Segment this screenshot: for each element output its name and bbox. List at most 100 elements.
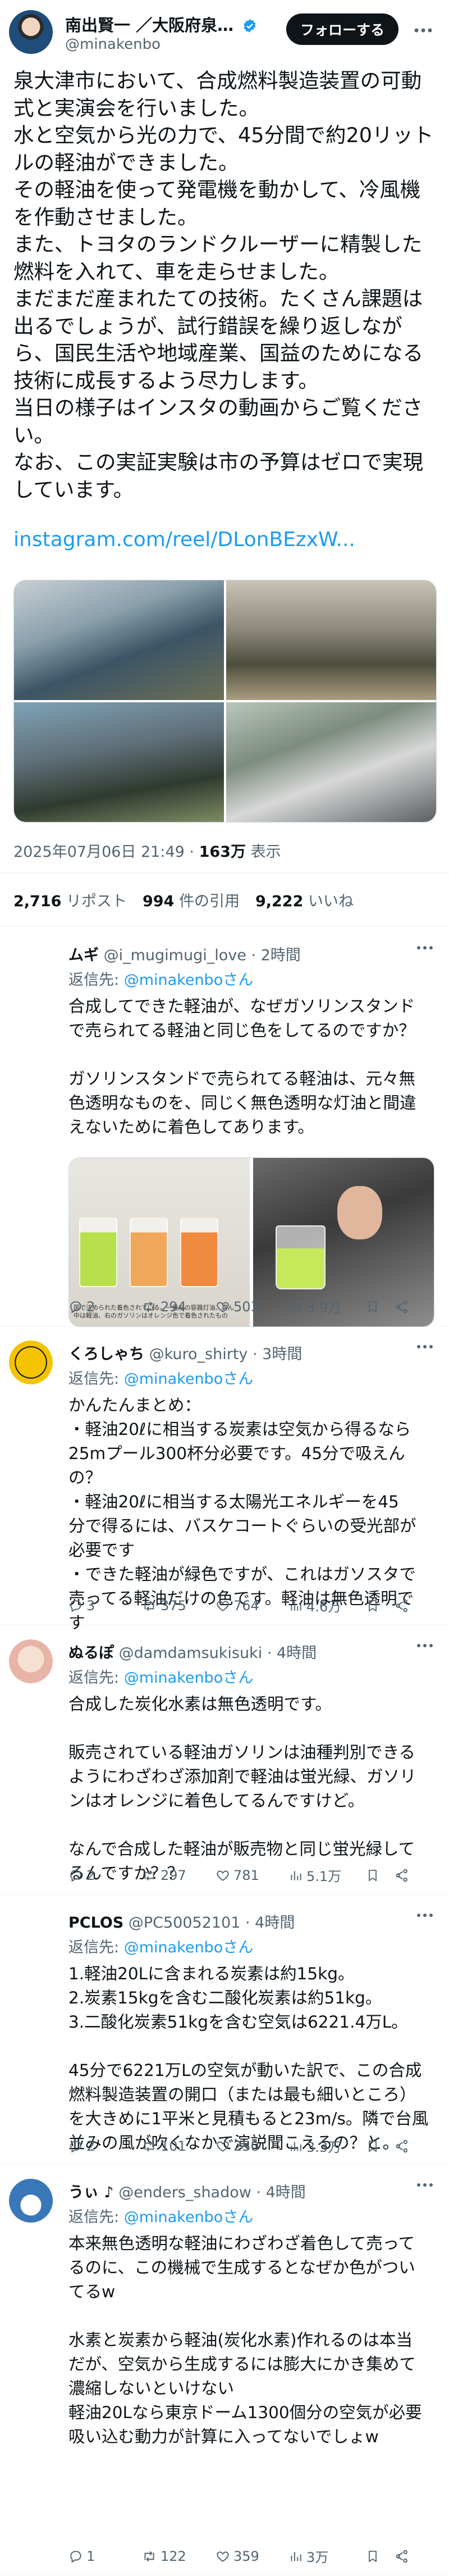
bookmark-button[interactable] [366,1598,393,1613]
like-button[interactable]: 781 [216,1868,288,1883]
reply-author-name[interactable]: くろしゃち [68,1346,144,1363]
reply-more-icon[interactable] [416,945,437,965]
media-photo-3[interactable] [14,702,224,822]
reply-to-line: 返信先: @minakenboさん [68,1935,253,1957]
repost-button[interactable]: 122 [141,2548,216,2564]
reply-author-handle[interactable]: @PC50052101 [129,1914,241,1932]
follow-button[interactable]: フォローする [286,13,398,45]
reply-icon [68,2549,83,2564]
reply-to-handle[interactable]: @minakenboさん [124,1370,254,1388]
reply-avatar[interactable] [9,1639,53,1683]
meta-separator: · [189,843,195,861]
like-button[interactable]: 250 [216,2138,288,2154]
share-button[interactable] [393,2549,415,2564]
reply-author-handle[interactable]: @enders_shadow [118,2184,251,2201]
post-media-grid [13,580,437,823]
repost-count: 297 [161,1867,186,1883]
heart-icon [216,2139,230,2154]
reply-time[interactable]: · 4時間 [256,2184,305,2201]
reply-more-icon[interactable] [416,1643,437,1663]
like-button[interactable]: 503 [216,1299,288,1315]
reposts-stat[interactable]: 2,716 リポスト [13,889,127,911]
media-photo-2[interactable] [226,580,436,700]
like-button[interactable]: 764 [216,1598,288,1614]
reply-author-name[interactable]: ムギ [68,947,99,964]
reply-avatar[interactable] [9,2179,53,2223]
reply-text: 本来無色透明な軽油にわざわざ着色して売って るのに、この機械で生成するとなぜか色… [68,2234,422,2446]
reply-author-name[interactable]: ぬるぽ [68,1644,114,1662]
reply-avatar[interactable] [9,1341,53,1384]
reply-button[interactable]: 2 [68,1868,141,1883]
share-button[interactable] [393,1300,415,1314]
reply-to-handle[interactable]: @minakenboさん [124,971,254,989]
repost-icon [141,1598,157,1613]
like-count: 503 [233,1298,259,1315]
reply-time[interactable]: · 2時間 [251,947,300,964]
repost-icon [141,2549,157,2564]
reply-item[interactable]: くろしゃち @kuro_shirty · 3時間 返信先: @minakenbo… [0,1332,449,1632]
reply-author-handle[interactable]: @kuro_shirty [149,1346,248,1363]
reply-author-handle[interactable]: @i_mugimugi_love [104,947,246,964]
post-timestamp[interactable]: 2025年07月06日 21:49 [13,843,185,861]
bookmark-button[interactable] [366,2139,393,2154]
reply-header: うぃ ♪ @enders_shadow · 4時間 [68,2180,306,2202]
repost-button[interactable]: 294 [141,1299,216,1315]
reply-author-handle[interactable]: @damdamsukisuki [119,1644,263,1662]
bookmark-button[interactable] [366,2549,393,2564]
more-options-icon[interactable] [412,19,434,42]
reply-item[interactable]: ムギ @i_mugimugi_love · 2時間 返信先: @minakenb… [0,933,449,1327]
share-button[interactable] [393,1868,415,1883]
reply-button[interactable]: 2 [68,1299,141,1315]
media-photo-4[interactable] [226,702,436,822]
like-button[interactable]: 359 [216,2548,288,2564]
reply-to-handle[interactable]: @minakenboさん [124,2209,254,2226]
author-name-row[interactable]: 南出賢一 ／大阪府泉… [65,12,257,36]
share-button[interactable] [393,2139,415,2154]
reply-item[interactable]: ぬるぽ @damdamsukisuki · 4時間 返信先: @minakenb… [0,1630,449,1895]
reply-item[interactable]: PCLOS @PC50052101 · 4時間 返信先: @minakenboさ… [0,1900,449,2165]
reply-text: 1.軽油20Lに含まれる炭素は約15kg。 2.炭素15kgを含む二酸化炭素は約… [68,1964,429,2152]
reply-author-name[interactable]: うぃ ♪ [68,2184,114,2201]
repost-button[interactable]: 375 [141,1598,216,1614]
likes-stat[interactable]: 9,222 いいね [255,889,354,911]
views-button[interactable]: 3.9万 [288,1297,366,1316]
reply-button[interactable]: 2 [68,2138,141,2154]
repost-button[interactable]: 297 [141,1868,216,1883]
views-icon [288,1598,303,1613]
author-handle[interactable]: @minakenbo [65,36,161,53]
reply-avatar[interactable] [9,1909,53,1953]
views-button[interactable]: 3.3万 [288,2136,366,2156]
reply-time[interactable]: · 3時間 [253,1346,302,1363]
reply-to-line: 返信先: @minakenboさん [68,2205,253,2227]
reply-to-handle[interactable]: @minakenboさん [124,1939,254,1956]
views-icon [288,2139,303,2154]
reply-to-handle[interactable]: @minakenboさん [124,1669,254,1687]
views-button[interactable]: 5.1万 [288,1865,366,1885]
post-link[interactable]: instagram.com/reel/DLonBEzxW... [13,528,355,551]
reply-button[interactable]: 1 [68,2548,141,2564]
reply-button[interactable]: 3 [68,1598,141,1614]
reply-item[interactable]: うぃ ♪ @enders_shadow · 4時間 返信先: @minakenb… [0,2170,449,2575]
bookmark-button[interactable] [366,1868,393,1883]
repost-button[interactable]: 101 [141,2138,216,2154]
like-count: 764 [233,1597,259,1614]
reply-author-name[interactable]: PCLOS [68,1914,123,1932]
reply-more-icon[interactable] [416,1912,437,1933]
reply-avatar[interactable] [9,942,53,985]
views-button[interactable]: 4.6万 [288,1596,366,1615]
quotes-stat[interactable]: 994 件の引用 [143,889,240,911]
share-button[interactable] [393,1598,415,1613]
views-button[interactable]: 3万 [288,2546,366,2566]
author-name[interactable]: 南出賢一 ／大阪府泉… [65,16,233,35]
reply-time[interactable]: · 4時間 [245,1914,295,1932]
author-avatar[interactable] [9,10,53,54]
likes-label: いいね [308,893,354,910]
share-icon [393,2139,407,2154]
media-photo-1[interactable] [14,580,224,700]
reply-more-icon[interactable] [416,2182,437,2202]
views-count: 5.1万 [306,1869,342,1884]
reply-time[interactable]: · 4時間 [267,1644,317,1662]
reply-more-icon[interactable] [416,1344,437,1364]
bookmark-button[interactable] [366,1300,393,1314]
divider [0,872,449,873]
